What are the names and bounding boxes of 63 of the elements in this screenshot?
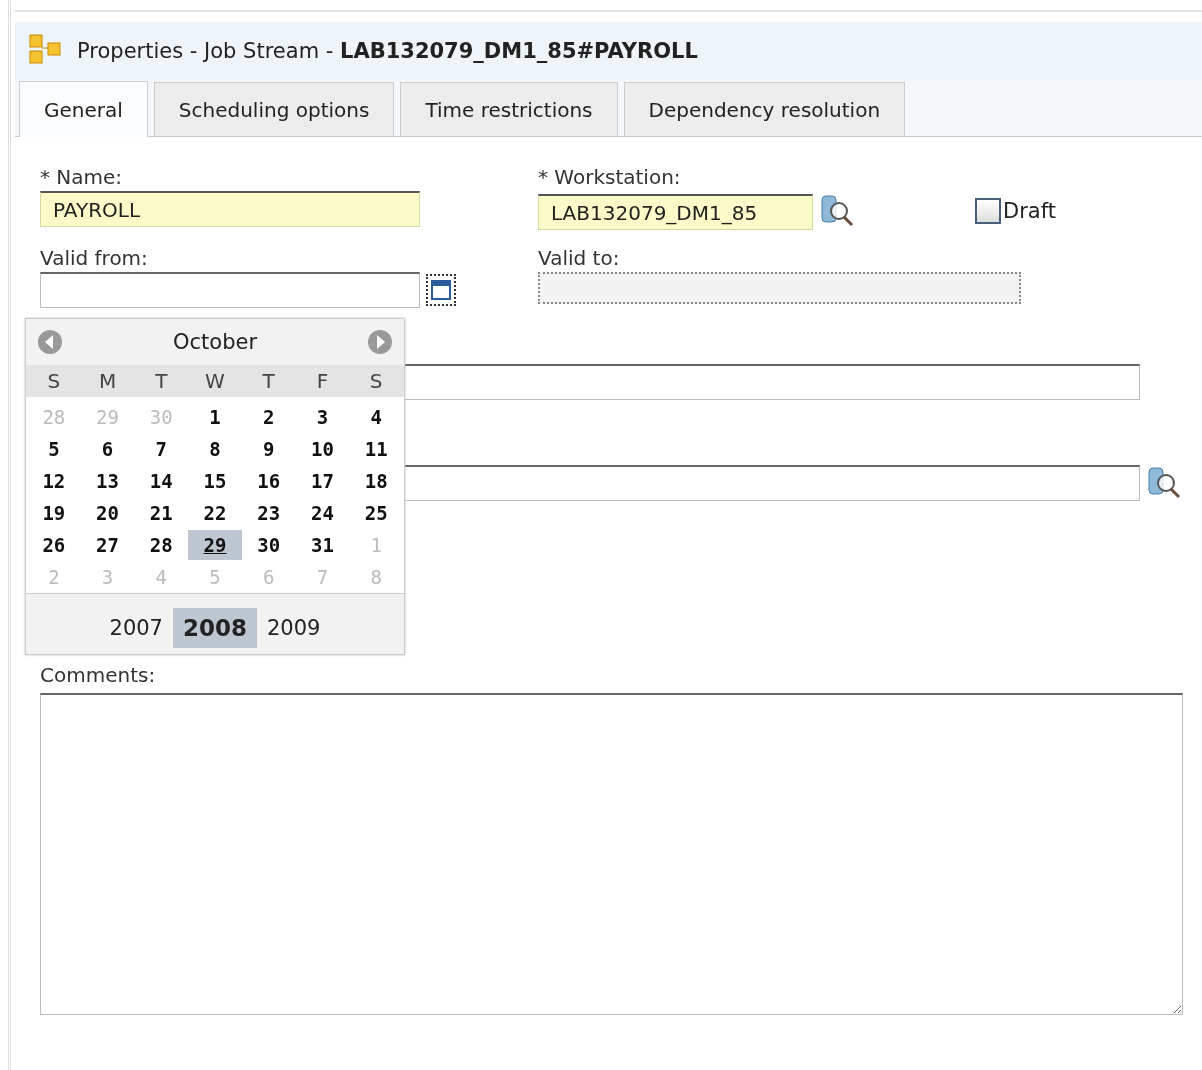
calendar-day[interactable]: 30 <box>241 530 296 560</box>
calendar-day[interactable]: 7 <box>134 434 189 464</box>
calendar-day[interactable]: 14 <box>134 466 189 496</box>
checkbox[interactable] <box>975 197 1001 224</box>
calendar-day[interactable]: 12 <box>27 466 81 496</box>
weekday-label: W <box>204 368 226 395</box>
weekday-label: M <box>97 368 118 395</box>
year-button[interactable]: 2008 <box>173 608 257 648</box>
tab[interactable]: Dependency resolution <box>623 82 906 136</box>
calendar-day[interactable]: 19 <box>27 498 81 528</box>
year-button[interactable]: 2009 <box>257 608 331 648</box>
field-label: Valid to: <box>538 246 621 270</box>
weekday-label: S <box>46 368 62 395</box>
next-month-button[interactable] <box>366 328 394 356</box>
calendar-day[interactable]: 15 <box>188 466 242 496</box>
calendar-day[interactable]: 26 <box>27 530 81 560</box>
calendar-day[interactable]: 10 <box>295 434 350 464</box>
calendar-day[interactable]: 25 <box>349 498 403 528</box>
calendar-day[interactable]: 11 <box>349 434 403 464</box>
calendar-day[interactable]: 21 <box>134 498 189 528</box>
calendar-day[interactable]: 23 <box>241 498 296 528</box>
calendar-day[interactable]: 22 <box>188 498 242 528</box>
field-label: Valid from: <box>40 246 149 270</box>
month-label: October <box>172 330 257 354</box>
calendar-day[interactable]: 29 <box>188 530 242 560</box>
lookup-icon[interactable] <box>1146 466 1182 500</box>
calendar-day[interactable]: 16 <box>241 466 296 496</box>
workstation-field[interactable]: LAB132079_DM1_85 <box>538 194 813 230</box>
calendar-day[interactable]: 13 <box>80 466 135 496</box>
name-field[interactable]: PAYROLL <box>40 191 420 227</box>
weekday-label: F <box>315 368 330 395</box>
calendar-day[interactable]: 5 <box>27 434 81 464</box>
comments-field[interactable] <box>40 693 1183 1015</box>
calendar-day[interactable]: 8 <box>188 434 242 464</box>
lookup-icon[interactable] <box>819 193 855 228</box>
tab[interactable]: Scheduling options <box>153 82 395 136</box>
year-button[interactable]: 2007 <box>99 608 173 648</box>
calendar-button[interactable] <box>426 274 456 306</box>
weekday-label: T <box>261 368 276 395</box>
date-field[interactable] <box>40 272 420 308</box>
calendar-day[interactable]: 28 <box>134 530 189 560</box>
checkbox-label: Draft <box>1003 198 1056 223</box>
calendar-day[interactable]: 27 <box>80 530 135 560</box>
calendar-day[interactable]: 9 <box>241 434 296 464</box>
calendar-day[interactable]: 18 <box>349 466 403 496</box>
calendar-day[interactable]: 4 <box>349 402 403 432</box>
calendar-day[interactable]: 2 <box>241 402 296 432</box>
calendar-day[interactable]: 31 <box>295 530 350 560</box>
tab[interactable]: General <box>19 81 148 137</box>
calendar-day[interactable]: 24 <box>295 498 350 528</box>
tab[interactable]: Time restrictions <box>400 82 618 136</box>
calendar-day[interactable]: 6 <box>80 434 135 464</box>
field-label: * Workstation: <box>538 165 682 189</box>
calendar-day[interactable]: 20 <box>80 498 135 528</box>
calendar-day[interactable]: 17 <box>295 466 350 496</box>
calendar-day[interactable]: 1 <box>188 402 242 432</box>
previous-month-button[interactable] <box>36 328 64 356</box>
weekday-label: T <box>154 368 169 395</box>
field-label: Comments: <box>40 663 157 687</box>
window-title: Properties - Job Stream - LAB132079_DM1_85#PAYROLL <box>77 39 698 63</box>
calendar-day[interactable]: 3 <box>295 402 350 432</box>
weekday-label: S <box>368 368 384 395</box>
field-label: * Name: <box>40 165 124 189</box>
